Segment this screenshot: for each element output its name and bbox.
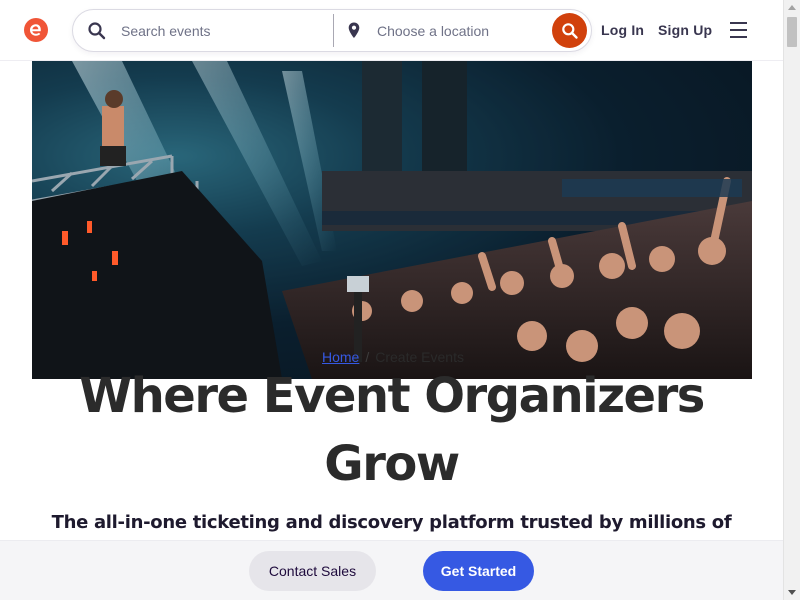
search-bar	[72, 9, 592, 52]
search-icon	[87, 21, 107, 41]
site-header: Log In Sign Up	[0, 0, 783, 61]
location-pin-icon	[345, 21, 363, 41]
page-scrollbar[interactable]	[783, 0, 800, 600]
search-icon	[561, 22, 578, 39]
sticky-cta-bar: Contact Sales Get Started	[0, 540, 783, 600]
search-divider	[333, 14, 334, 47]
page-subheadline: The all-in-one ticketing and discovery p…	[51, 512, 732, 533]
hero-concert-image: Home / Create Events	[32, 61, 752, 379]
scroll-up-arrow-icon[interactable]	[788, 5, 796, 10]
scroll-down-arrow-icon[interactable]	[788, 590, 796, 595]
headline-line-2: Grow	[324, 436, 460, 492]
scroll-thumb[interactable]	[787, 17, 797, 47]
search-submit-button[interactable]	[552, 13, 587, 48]
login-link[interactable]: Log In	[601, 22, 644, 38]
location-input[interactable]	[377, 20, 547, 42]
search-input[interactable]	[121, 20, 381, 42]
concert-scene-illustration	[32, 61, 752, 379]
get-started-button[interactable]: Get Started	[423, 551, 534, 591]
hamburger-menu-icon[interactable]	[730, 22, 748, 38]
page-headline: Where Event Organizers Grow	[0, 362, 783, 498]
headline-line-1: Where Event Organizers	[79, 368, 705, 424]
signup-link[interactable]: Sign Up	[658, 22, 712, 38]
contact-sales-button[interactable]: Contact Sales	[249, 551, 376, 591]
eventbrite-logo-icon[interactable]	[24, 18, 48, 42]
